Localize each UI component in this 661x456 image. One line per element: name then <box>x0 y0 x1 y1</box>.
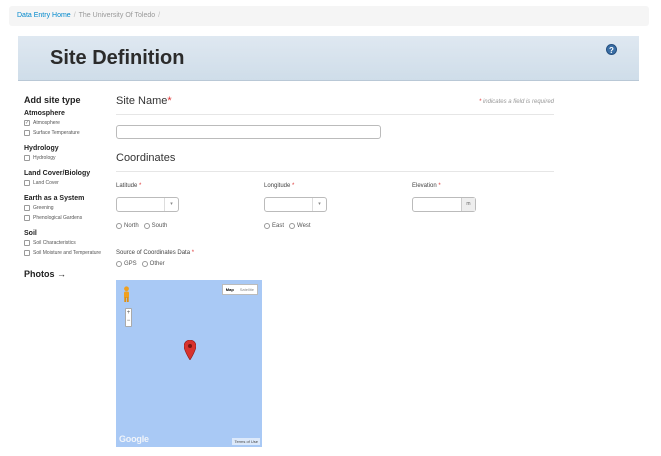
pegman-icon[interactable] <box>122 286 131 303</box>
zoom-control[interactable]: + − <box>125 308 132 327</box>
source-label: Source of Coordinates Data * <box>116 250 195 256</box>
elevation-unit: m <box>461 198 475 211</box>
group-title-soil: Soil <box>24 230 37 237</box>
required-note: * indicates a field is required <box>478 99 554 105</box>
radio-other[interactable]: Other <box>141 261 165 267</box>
breadcrumb-home-link[interactable]: Data Entry Home <box>17 12 71 19</box>
required-marker: * <box>167 95 172 107</box>
checkbox-row-phenological-gardens[interactable]: Phenological Gardens <box>24 215 108 222</box>
checkbox-surface-temperature[interactable] <box>24 130 30 136</box>
terms-of-use-link[interactable]: Terms of Use <box>232 438 260 445</box>
map-type-satellite-button[interactable]: Satellite <box>237 285 257 294</box>
checkbox-atmosphere[interactable]: ✓ <box>24 120 30 126</box>
checkbox-label: Soil Characteristics <box>33 240 76 246</box>
chevron-down-icon: ▾ <box>164 198 178 211</box>
checkbox-label: Atmosphere <box>33 120 60 126</box>
checkbox-row-surface-temperature[interactable]: Surface Temperature <box>24 130 108 137</box>
checkbox-row-land-cover[interactable]: Land Cover <box>24 180 108 187</box>
site-type-sidebar: Add site type Atmosphere ✓ Atmosphere Su… <box>24 95 108 279</box>
zoom-out-button[interactable]: − <box>126 317 131 325</box>
breadcrumb: Data Entry Home / The University Of Toledo… <box>9 6 649 26</box>
checkbox-label: Hydrology <box>33 155 56 161</box>
longitude-select[interactable]: ▾ <box>264 197 327 212</box>
checkbox-phenological-gardens[interactable] <box>24 215 30 221</box>
radio-gps[interactable]: GPS <box>116 261 137 267</box>
checkbox-greening[interactable] <box>24 205 30 211</box>
breadcrumb-current: The University Of Toledo <box>78 12 156 19</box>
checkbox-hydrology[interactable] <box>24 155 30 161</box>
map-marker-icon[interactable] <box>184 340 196 360</box>
chevron-down-icon: ▾ <box>312 198 326 211</box>
page-title: Site Definition <box>50 47 185 69</box>
source-options: GPS Other <box>116 261 170 267</box>
latitude-label: Latitude * <box>116 183 142 189</box>
group-title-atmosphere: Atmosphere <box>24 110 65 117</box>
breadcrumb-separator-trailing: / <box>158 12 161 19</box>
checkbox-soil-characteristics[interactable] <box>24 240 30 246</box>
help-icon[interactable]: ? <box>606 44 617 55</box>
radio-east[interactable]: East <box>264 223 284 229</box>
checkbox-label: Phenological Gardens <box>33 215 83 221</box>
map-type-map-button[interactable]: Map <box>223 285 237 294</box>
checkbox-label: Greening <box>33 205 54 211</box>
divider <box>116 114 554 115</box>
group-title-land-cover-biology: Land Cover/Biology <box>24 170 91 177</box>
coordinates-title: Coordinates <box>116 152 176 164</box>
site-name-label: Site Name* <box>116 95 172 107</box>
checkbox-row-soil-characteristics[interactable]: Soil Characteristics <box>24 240 108 247</box>
checkbox-label: Surface Temperature <box>33 130 80 136</box>
elevation-input[interactable]: m <box>412 197 476 212</box>
sidebar-title: Add site type <box>24 95 81 105</box>
checkbox-label: Land Cover <box>33 180 59 186</box>
google-logo: Google <box>119 434 149 444</box>
radio-west[interactable]: West <box>289 223 311 229</box>
latitude-select[interactable]: ▾ <box>116 197 179 212</box>
breadcrumb-separator: / <box>73 12 76 19</box>
checkbox-row-greening[interactable]: Greening <box>24 205 108 212</box>
group-title-hydrology: Hydrology <box>24 145 59 152</box>
site-name-input[interactable] <box>116 125 381 139</box>
zoom-in-button[interactable]: + <box>126 309 131 317</box>
group-title-earth-as-a-system: Earth as a System <box>24 195 85 202</box>
radio-north[interactable]: North <box>116 223 139 229</box>
longitude-label: Longitude * <box>264 183 295 189</box>
radio-south[interactable]: South <box>143 223 167 229</box>
checkbox-label: Soil Moisture and Temperature <box>33 250 101 256</box>
page-header-banner: Site Definition ? <box>18 36 639 81</box>
location-map[interactable]: + − Map Satellite Google Terms of Use <box>116 280 262 447</box>
elevation-label: Elevation * <box>412 183 441 189</box>
checkbox-row-hydrology[interactable]: Hydrology <box>24 155 108 162</box>
photos-link[interactable]: Photos → <box>24 269 108 279</box>
map-type-control[interactable]: Map Satellite <box>221 284 258 295</box>
checkbox-land-cover[interactable] <box>24 180 30 186</box>
checkbox-soil-moisture-temperature[interactable] <box>24 250 30 256</box>
latitude-hemisphere: North South <box>116 223 172 229</box>
longitude-hemisphere: East West <box>264 223 316 229</box>
checkbox-row-atmosphere[interactable]: ✓ Atmosphere <box>24 120 108 127</box>
checkbox-row-soil-moisture-temperature[interactable]: Soil Moisture and Temperature <box>24 250 108 257</box>
divider <box>116 171 554 172</box>
